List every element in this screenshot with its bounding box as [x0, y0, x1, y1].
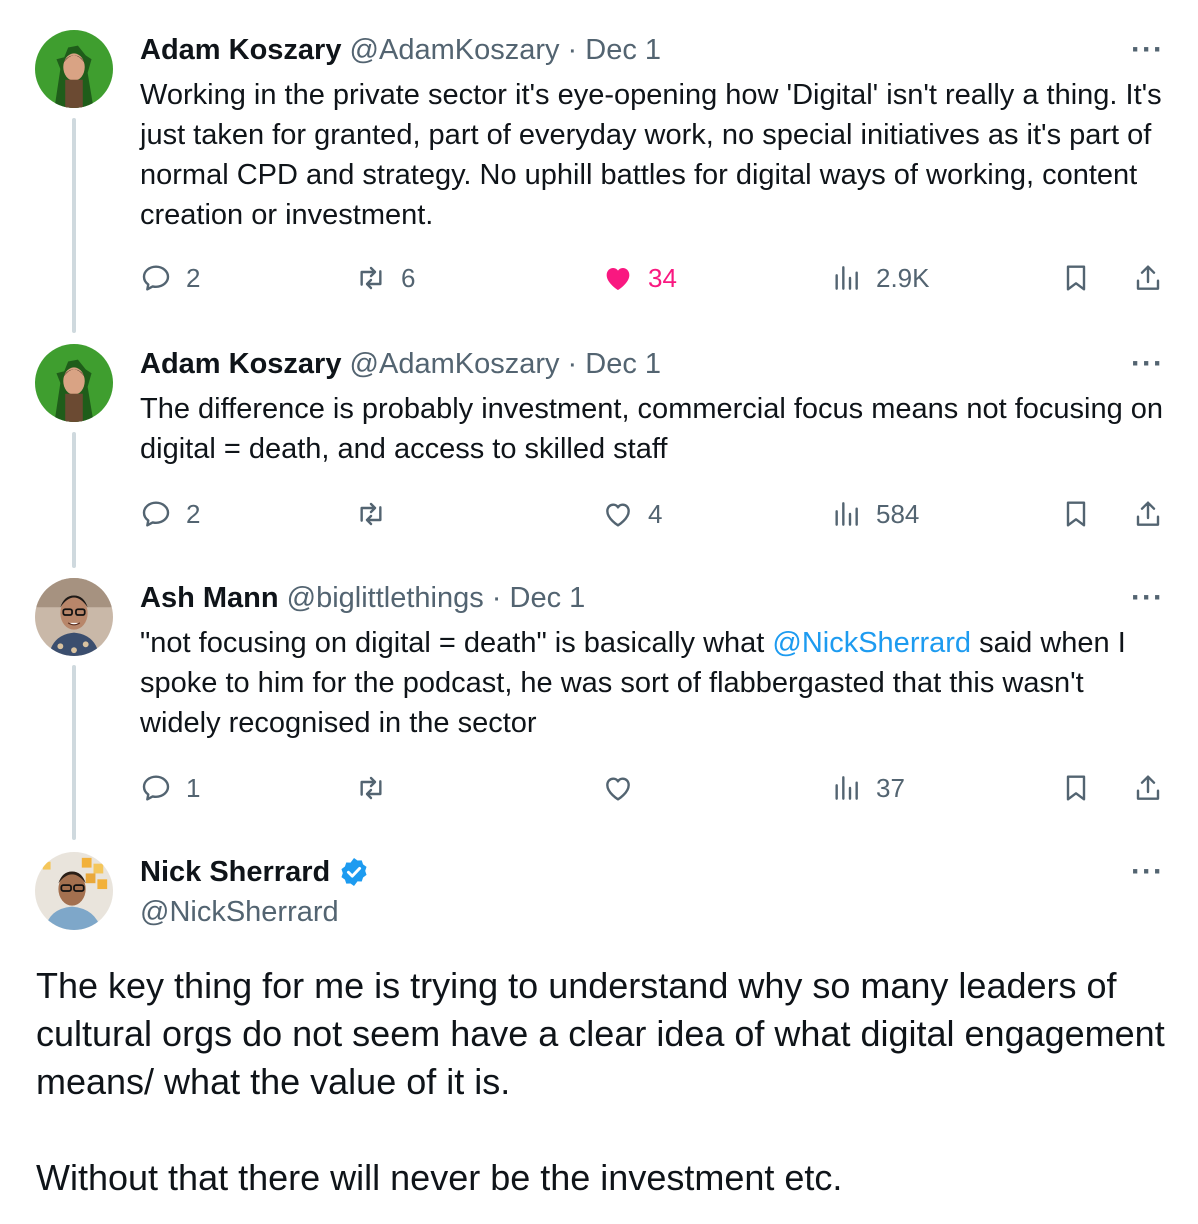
verified-badge-icon[interactable]	[338, 856, 370, 888]
author-handle[interactable]: @biglittlethings	[287, 582, 484, 614]
tweet-header: Adam Koszary @AdamKoszary · Dec 1	[140, 32, 661, 68]
share-icon	[1136, 265, 1160, 290]
avatar[interactable]	[35, 344, 113, 422]
repost-icon	[360, 502, 382, 526]
reply-count: 2	[186, 498, 201, 529]
bookmark-button[interactable]	[1060, 494, 1092, 534]
like-icon	[606, 268, 630, 290]
main-tweet-paragraph: The key thing for me is trying to unders…	[36, 965, 1165, 1102]
like-button[interactable]: 4	[602, 494, 662, 534]
tweet-text-part: "not focusing on digital = death" is bas…	[140, 627, 773, 659]
views-count: 37	[876, 772, 905, 803]
tweet-actions: 1 37	[140, 768, 1170, 808]
author-name[interactable]: Ash Mann	[140, 582, 279, 614]
main-tweet-text: The key thing for me is trying to unders…	[36, 962, 1166, 1202]
repost-count: 6	[401, 262, 416, 293]
author-handle[interactable]: @AdamKoszary	[350, 348, 560, 380]
like-icon	[606, 503, 630, 527]
tweet-actions: 2 6 34 2.9K	[140, 258, 1170, 298]
thread-line	[72, 665, 76, 840]
avatar[interactable]	[35, 852, 113, 930]
repost-button[interactable]	[355, 494, 401, 534]
bookmark-icon	[1066, 501, 1086, 527]
thread-line	[72, 432, 76, 568]
views-count: 2.9K	[876, 262, 930, 293]
like-button[interactable]	[602, 768, 648, 808]
views-button[interactable]: 584	[830, 494, 919, 534]
share-icon	[1136, 501, 1160, 526]
bookmark-icon	[1066, 775, 1086, 801]
tweet-header: Adam Koszary @AdamKoszary · Dec 1	[140, 346, 661, 382]
more-icon[interactable]: ···	[1131, 583, 1164, 613]
repost-button[interactable]: 6	[355, 258, 415, 298]
bookmark-button[interactable]	[1060, 768, 1092, 808]
repost-icon	[360, 776, 382, 800]
author-handle[interactable]: @AdamKoszary	[350, 34, 560, 66]
views-icon	[835, 776, 858, 800]
author-name[interactable]: Adam Koszary	[140, 34, 341, 66]
tweet-header: Ash Mann @biglittlethings · Dec 1	[140, 580, 585, 616]
reply-count: 2	[186, 262, 201, 293]
views-count: 584	[876, 498, 920, 529]
like-icon	[606, 777, 630, 801]
more-icon[interactable]: ···	[1131, 857, 1164, 887]
tweet-date[interactable]: Dec 1	[510, 582, 586, 614]
more-icon[interactable]: ···	[1131, 35, 1164, 65]
share-button[interactable]	[1132, 258, 1164, 298]
thread-line	[72, 118, 76, 333]
share-button[interactable]	[1132, 768, 1164, 808]
tweet-text: Working in the private sector it's eye-o…	[140, 79, 1162, 231]
like-button[interactable]: 34	[602, 258, 677, 298]
reply-button[interactable]: 2	[140, 258, 200, 298]
author-name-row: Nick Sherrard	[140, 854, 370, 890]
views-icon	[835, 502, 858, 526]
separator: ·	[491, 582, 502, 614]
tweet-date[interactable]: Dec 1	[585, 348, 661, 380]
author-name[interactable]: Nick Sherrard	[140, 854, 330, 890]
reply-button[interactable]: 1	[140, 768, 200, 808]
tweet-text: "not focusing on digital = death" is bas…	[140, 623, 1170, 743]
author-name[interactable]: Adam Koszary	[140, 348, 341, 380]
tweet-date[interactable]: Dec 1	[585, 34, 661, 66]
views-button[interactable]: 2.9K	[830, 258, 930, 298]
like-count: 4	[648, 498, 663, 529]
tweet-text: The difference is probably investment, c…	[140, 393, 1164, 465]
author-handle[interactable]: @NickSherrard	[140, 894, 370, 930]
main-tweet-header: Nick Sherrard @NickSherrard	[140, 854, 370, 930]
views-icon	[835, 266, 858, 290]
share-icon	[1136, 775, 1160, 800]
reply-icon	[142, 265, 170, 291]
mention-link[interactable]: @NickSherrard	[772, 627, 971, 659]
main-tweet-paragraph: Without that there will never be the inv…	[36, 1157, 843, 1198]
separator: ·	[567, 348, 578, 380]
bookmark-icon	[1066, 265, 1086, 291]
reply-icon	[142, 775, 170, 801]
repost-button[interactable]	[355, 768, 401, 808]
separator: ·	[567, 34, 578, 66]
reply-icon	[142, 501, 170, 527]
more-icon[interactable]: ···	[1131, 349, 1164, 379]
repost-icon	[360, 266, 382, 290]
tweet-actions: 2 4 584	[140, 494, 1170, 534]
views-button[interactable]: 37	[830, 768, 905, 808]
reply-button[interactable]: 2	[140, 494, 200, 534]
share-button[interactable]	[1132, 494, 1164, 534]
avatar[interactable]	[35, 578, 113, 656]
like-count: 34	[648, 262, 677, 293]
reply-count: 1	[186, 772, 201, 803]
bookmark-button[interactable]	[1060, 258, 1092, 298]
avatar[interactable]	[35, 30, 113, 108]
